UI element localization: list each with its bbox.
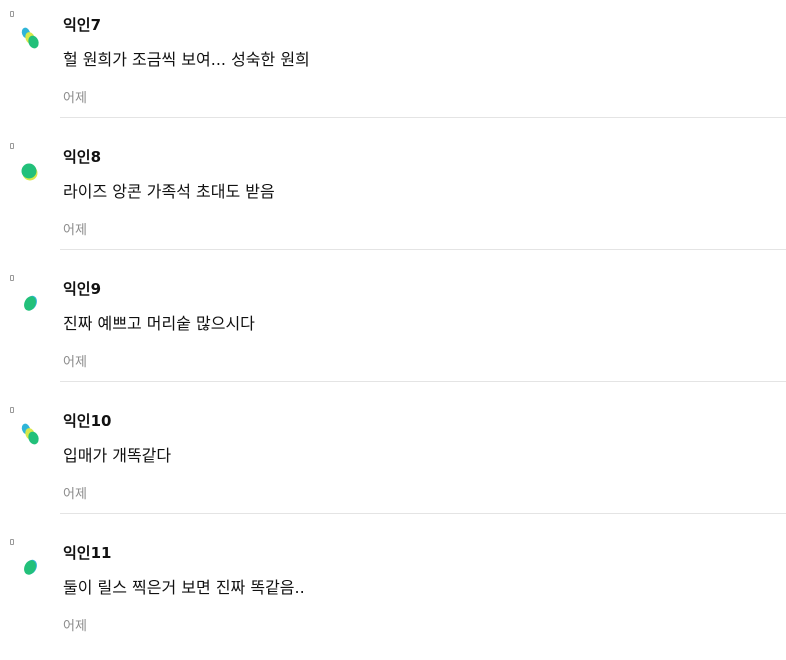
comment-text: 입매가 개똑같다 — [63, 446, 172, 465]
comment-timestamp: 어제 — [63, 619, 87, 634]
comment-author[interactable]: 익인11 — [63, 542, 111, 563]
comment-timestamp: 어제 — [63, 487, 87, 502]
comment-marker-icon — [10, 143, 14, 149]
green-oval-icon[interactable] — [18, 554, 42, 580]
comment-divider — [60, 249, 786, 250]
green-oval-icon[interactable] — [18, 290, 42, 316]
leaf-cluster-icon[interactable] — [18, 26, 42, 52]
comment-timestamp: 어제 — [63, 91, 87, 106]
comment-divider — [60, 513, 786, 514]
comment-item: 익인11 둘이 릴스 찍은거 보면 진짜 똑같음.. 어제 — [0, 528, 786, 660]
comment-text: 둘이 릴스 찍은거 보면 진짜 똑같음.. — [63, 578, 305, 597]
comment-marker-icon — [10, 539, 14, 545]
comment-item: 익인10 입매가 개똑같다 어제 — [0, 396, 786, 528]
comment-item: 익인9 진짜 예쁘고 머리숱 많으시다 어제 — [0, 264, 786, 396]
leaf-cluster-icon[interactable] — [18, 422, 42, 448]
comment-list: 익인7 헐 원희가 조금씩 보여... 성숙한 원희 어제 익인8 라이즈 앙콘… — [0, 0, 786, 640]
comment-timestamp: 어제 — [63, 223, 87, 238]
comment-text: 헐 원희가 조금씩 보여... 성숙한 원희 — [63, 50, 310, 69]
comment-marker-icon — [10, 11, 14, 17]
comment-text: 진짜 예쁘고 머리숱 많으시다 — [63, 314, 255, 333]
comment-author[interactable]: 익인8 — [63, 146, 101, 167]
comment-text: 라이즈 앙콘 가족석 초대도 받음 — [63, 182, 275, 201]
comment-author[interactable]: 익인10 — [63, 410, 111, 431]
comment-item: 익인7 헐 원희가 조금씩 보여... 성숙한 원희 어제 — [0, 0, 786, 132]
comment-author[interactable]: 익인7 — [63, 14, 101, 35]
comment-author[interactable]: 익인9 — [63, 278, 101, 299]
comment-marker-icon — [10, 407, 14, 413]
comment-marker-icon — [10, 275, 14, 281]
comment-timestamp: 어제 — [63, 355, 87, 370]
comment-divider — [60, 381, 786, 382]
comment-divider — [60, 117, 786, 118]
green-blob-icon[interactable] — [18, 158, 42, 184]
comment-item: 익인8 라이즈 앙콘 가족석 초대도 받음 어제 — [0, 132, 786, 264]
